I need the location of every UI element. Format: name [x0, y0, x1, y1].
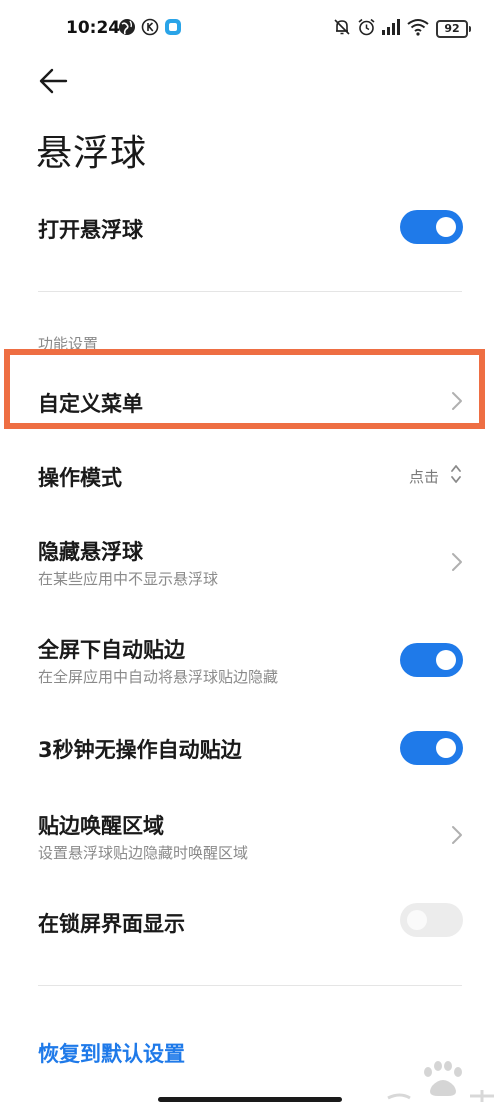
open-ball-row[interactable]: 打开悬浮球 [0, 200, 500, 256]
open-ball-toggle[interactable] [400, 210, 463, 244]
page-title: 悬浮球 [36, 133, 148, 174]
divider [38, 985, 462, 986]
operation-mode-value[interactable]: 点击 [409, 466, 439, 487]
lock-screen-toggle[interactable] [400, 903, 463, 937]
home-indicator[interactable] [158, 1097, 342, 1102]
hide-ball-row[interactable]: 隐藏悬浮球 在某些应用中不显示悬浮球 [0, 530, 500, 596]
open-ball-label: 打开悬浮球 [38, 218, 143, 242]
idle-snap-label: 3秒钟无操作自动贴边 [38, 738, 242, 762]
wake-area-row[interactable]: 贴边唤醒区域 设置悬浮球贴边隐藏时唤醒区域 [0, 804, 500, 870]
chevron-right-icon [452, 553, 462, 571]
idle-snap-toggle[interactable] [400, 731, 463, 765]
back-arrow-icon[interactable] [36, 64, 70, 98]
idle-snap-row[interactable]: 3秒钟无操作自动贴边 [0, 726, 500, 782]
app-square-icon [165, 19, 181, 35]
highlight-box [4, 349, 485, 429]
alarm-icon [358, 18, 375, 36]
status-bar: 10:24 92 [0, 0, 500, 56]
wake-area-subtitle: 设置悬浮球贴边隐藏时唤醒区域 [38, 844, 249, 862]
divider [38, 291, 462, 292]
fullscreen-snap-row[interactable]: 全屏下自动贴边 在全屏应用中自动将悬浮球贴边隐藏 [0, 628, 500, 694]
hide-ball-subtitle: 在某些应用中不显示悬浮球 [38, 570, 219, 588]
globe-icon [119, 19, 135, 35]
lock-screen-row[interactable]: 在锁屏界面显示 [0, 902, 500, 958]
wifi-icon [407, 19, 429, 36]
chevron-right-icon [452, 826, 462, 844]
operation-mode-label: 操作模式 [38, 466, 122, 490]
hide-ball-label: 隐藏悬浮球 [38, 540, 143, 564]
baidu-jingyan-watermark-icon [387, 1061, 494, 1102]
fullscreen-snap-label: 全屏下自动贴边 [38, 638, 185, 662]
signal-icon [382, 19, 400, 35]
fullscreen-snap-toggle[interactable] [400, 643, 463, 677]
status-time: 10:24 [66, 18, 121, 38]
k-badge-icon [141, 18, 159, 36]
reset-defaults-link[interactable]: 恢复到默认设置 [38, 1038, 185, 1068]
battery-icon: 92 [436, 20, 471, 38]
fullscreen-snap-subtitle: 在全屏应用中自动将悬浮球贴边隐藏 [38, 668, 279, 686]
mute-icon [334, 19, 350, 35]
wake-area-label: 贴边唤醒区域 [38, 814, 164, 838]
lock-screen-label: 在锁屏界面显示 [38, 912, 185, 936]
chevron-up-down-icon[interactable] [449, 462, 463, 486]
